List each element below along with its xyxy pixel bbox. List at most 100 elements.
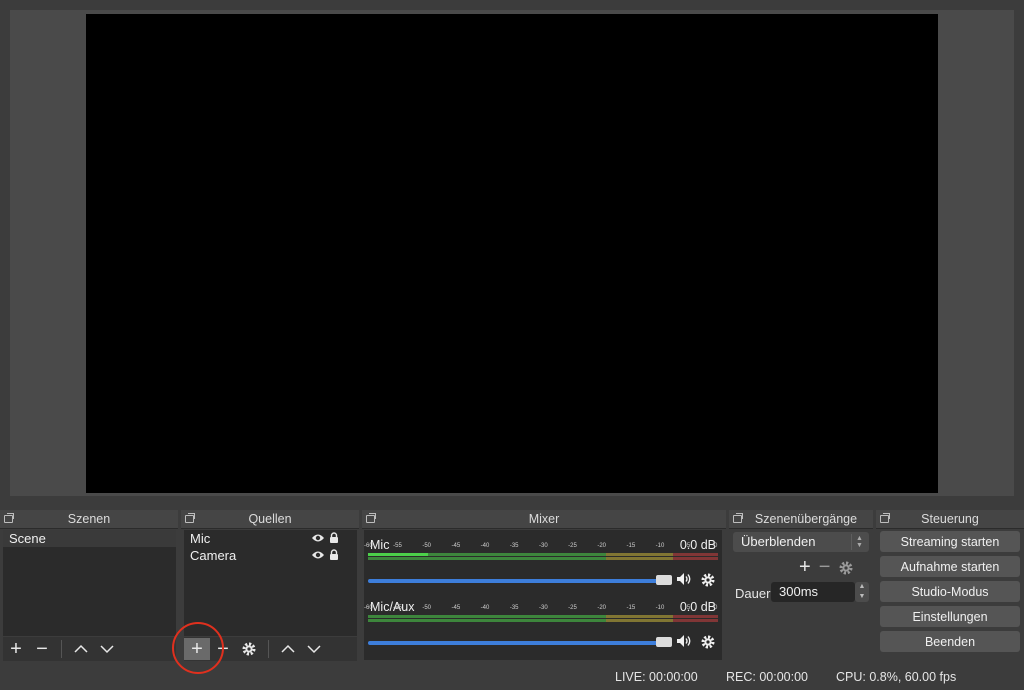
undock-icon[interactable] [4, 513, 14, 523]
sources-list[interactable]: Mic Camera [184, 530, 357, 636]
meter-tick-label: -10 [655, 605, 665, 611]
scene-item[interactable]: Scene [3, 530, 176, 547]
chevron-up-icon [74, 644, 88, 653]
source-item-label: Mic [190, 531, 211, 546]
gear-icon[interactable] [700, 634, 716, 650]
transitions-body: Überblenden ▲ ▼ + − Dauer 300ms ▲ ▼ [729, 530, 873, 660]
meter-segment [368, 615, 606, 618]
controls-dock: Steuerung Streaming starten Aufnahme sta… [876, 510, 1024, 662]
undock-icon[interactable] [880, 513, 890, 523]
undock-icon[interactable] [366, 513, 376, 523]
scenes-list[interactable]: Scene [3, 530, 176, 636]
source-move-up-button[interactable] [275, 638, 301, 660]
transition-select[interactable]: Überblenden ▲ ▼ [733, 532, 869, 552]
volume-slider-handle[interactable] [656, 637, 672, 647]
toolbar-divider [268, 640, 269, 658]
meter-active-level [368, 553, 428, 556]
transitions-dock: Szenenübergänge Überblenden ▲ ▼ + − Dauer… [729, 510, 873, 662]
remove-scene-button[interactable]: − [29, 638, 55, 660]
meter-segment [672, 619, 718, 622]
scenes-title: Szenen [67, 512, 111, 526]
add-transition-button[interactable]: + [799, 556, 811, 579]
duration-label: Dauer [735, 586, 771, 601]
meter-tick-label: -30 [539, 605, 548, 611]
meter-segment [368, 557, 606, 560]
scene-move-up-button[interactable] [68, 638, 94, 660]
meter-tick-label: -30 [539, 543, 548, 549]
mixer-title: Mixer [528, 512, 560, 526]
undock-icon[interactable] [185, 513, 195, 523]
meter-tick-label: -45 [451, 543, 461, 549]
eye-icon[interactable] [311, 549, 325, 561]
add-source-button[interactable]: + [184, 638, 210, 660]
chevron-up-icon [281, 644, 295, 653]
meter-tick-label: -40 [480, 543, 490, 549]
meter-tick-label: -20 [597, 605, 606, 611]
remove-transition-button[interactable]: − [819, 556, 831, 579]
add-scene-button[interactable]: + [3, 638, 29, 660]
meter-segment [672, 557, 718, 560]
scene-move-down-button[interactable] [94, 638, 120, 660]
meter-segment [606, 619, 673, 622]
speaker-icon[interactable] [676, 572, 694, 586]
meter-tick-label: -55 [393, 605, 402, 611]
meter-tick-label: -55 [393, 543, 402, 549]
controls-title: Steuerung [921, 512, 979, 526]
meter-tick-label: -50 [422, 543, 431, 549]
meter-tick-label: 0 [714, 543, 718, 549]
duration-value: 300ms [779, 584, 819, 599]
volume-slider-track[interactable] [368, 579, 666, 583]
gear-icon[interactable] [838, 560, 854, 576]
preview-area [10, 10, 1014, 496]
meter-segment [606, 557, 673, 560]
controls-body: Streaming starten Aufnahme starten Studi… [876, 531, 1024, 656]
source-properties-button[interactable] [236, 638, 262, 660]
transitions-title: Szenenübergänge [754, 512, 858, 526]
start-streaming-button[interactable]: Streaming starten [880, 531, 1020, 552]
undock-icon[interactable] [733, 513, 743, 523]
meter-ticks: -60 -55 -50 -45 -40 -35 -30 -25 -20 -15 -10 -5 0 [364, 605, 718, 615]
lock-icon[interactable] [329, 532, 339, 544]
meter-tick-label: -60 [364, 543, 373, 549]
volume-slider-track[interactable] [368, 641, 666, 645]
speaker-icon[interactable] [676, 634, 694, 648]
settings-button[interactable]: Einstellungen [880, 606, 1020, 627]
source-item-mic[interactable]: Mic [184, 530, 357, 547]
exit-button[interactable]: Beenden [880, 631, 1020, 652]
remove-source-button[interactable]: − [210, 638, 236, 660]
meter-segment [606, 553, 673, 556]
transition-select-value: Überblenden [741, 534, 816, 549]
scenes-dock: Szenen Scene + − [0, 510, 178, 662]
status-bar: LIVE: 00:00:00 REC: 00:00:00 CPU: 0.8%, … [0, 665, 1024, 690]
meter-tick-label: -5 [684, 605, 691, 611]
meter-tick-label: -20 [597, 543, 606, 549]
controls-header: Steuerung [876, 510, 1024, 529]
meter-tick-label: -40 [480, 605, 490, 611]
volume-slider-handle[interactable] [656, 575, 672, 585]
gear-icon[interactable] [700, 572, 716, 588]
sources-toolbar: + − [184, 637, 357, 661]
meter-tick-label: -15 [626, 543, 636, 549]
source-item-camera[interactable]: Camera [184, 547, 357, 564]
duration-input[interactable]: 300ms [771, 582, 855, 602]
studio-mode-button[interactable]: Studio-Modus [880, 581, 1020, 602]
scenes-header: Szenen [0, 510, 178, 529]
lock-icon[interactable] [329, 549, 339, 561]
rec-status: REC: 00:00:00 [726, 670, 808, 684]
gear-icon [242, 642, 256, 656]
source-move-down-button[interactable] [301, 638, 327, 660]
mixer-dock: Mixer Mic 0.0 dB -60 -55 -50 -45 -40 -35 -30 -2… [362, 510, 726, 662]
meter-ticks: -60 -55 -50 -45 -40 -35 -30 -25 -20 -15 -10 -5 0 [364, 543, 718, 553]
transitions-header: Szenenübergänge [729, 510, 873, 529]
start-recording-button[interactable]: Aufnahme starten [880, 556, 1020, 577]
duration-spinner[interactable]: ▲ ▼ [855, 582, 869, 602]
sources-dock: Quellen Mic Camera + − [181, 510, 359, 662]
meter-tick-label: -5 [684, 543, 691, 549]
preview-canvas[interactable] [86, 14, 938, 493]
cpu-status: CPU: 0.8%, 60.00 fps [836, 670, 957, 684]
meter-tick-label: -50 [422, 605, 431, 611]
toolbar-divider [61, 640, 62, 658]
eye-icon[interactable] [311, 532, 325, 544]
meter-segment [368, 619, 606, 622]
sources-header: Quellen [181, 510, 359, 529]
